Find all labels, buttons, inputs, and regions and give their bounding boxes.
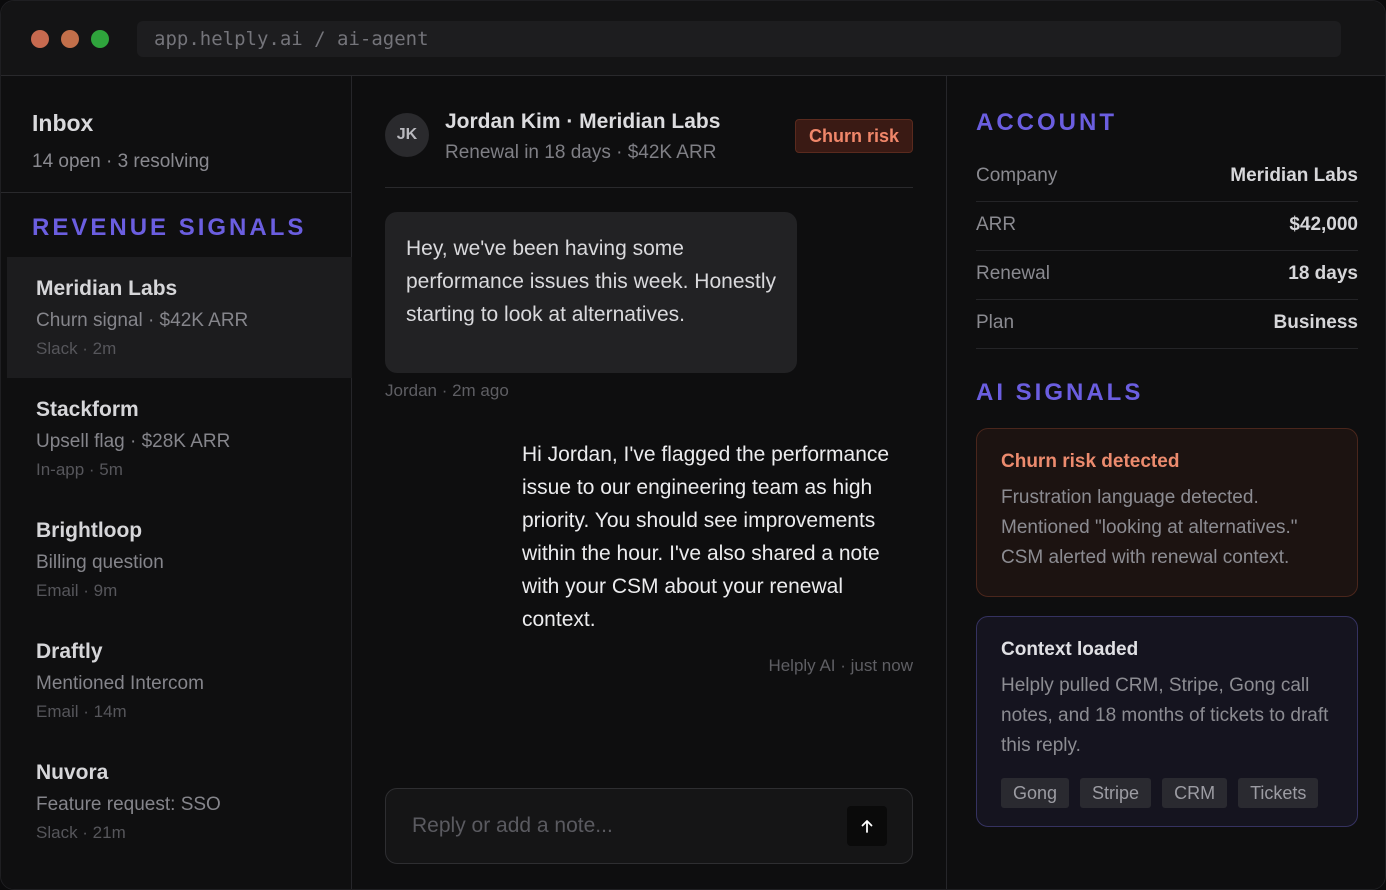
signal-item-stackform[interactable]: Stackform Upsell flag · $28K ARR In-app … <box>7 378 352 499</box>
context-card-body: Helply pulled CRM, Stripe, Gong call not… <box>1001 675 1329 756</box>
signal-desc: Billing question <box>36 552 164 573</box>
account-row-plan: Plan Business <box>976 300 1358 349</box>
churn-risk-badge: Churn risk <box>794 119 913 153</box>
tag-stripe[interactable]: Stripe <box>1080 778 1152 808</box>
arrow-up-icon <box>861 820 873 833</box>
signal-desc: Upsell flag · $28K ARR <box>36 431 231 452</box>
account-row-company: Company Meridian Labs <box>976 153 1358 202</box>
signal-desc: Mentioned Intercom <box>36 673 204 694</box>
tag-crm[interactable]: CRM <box>1162 778 1228 808</box>
inbox-subtitle: 14 open · 3 resolving <box>32 151 210 172</box>
signal-meta: In-app · 5m <box>36 460 123 479</box>
send-button[interactable] <box>847 806 887 846</box>
signal-name: Meridian Labs <box>36 277 178 300</box>
sidebar-divider <box>1 192 352 193</box>
app-window: app.helply.ai / ai-agent Inbox 14 open ·… <box>0 0 1386 890</box>
revenue-signals-label: REVENUE SIGNALS <box>32 214 307 241</box>
address-bar[interactable]: app.helply.ai / ai-agent <box>137 21 1341 57</box>
churn-card-body: Frustration language detected. Mentioned… <box>1001 487 1298 568</box>
signal-item-draftly[interactable]: Draftly Mentioned Intercom Email · 14m <box>7 620 352 741</box>
tag-gong[interactable]: Gong <box>1001 778 1070 808</box>
minimize-window-button[interactable] <box>61 30 79 48</box>
account-value: Business <box>1273 312 1358 333</box>
account-value: 18 days <box>1288 263 1358 284</box>
outgoing-message: Hi Jordan, I've flagged the performance … <box>522 443 890 631</box>
account-key: Renewal <box>976 263 1050 284</box>
account-row-renewal: Renewal 18 days <box>976 251 1358 300</box>
signal-item-brightloop[interactable]: Brightloop Billing question Email · 9m <box>7 499 352 620</box>
churn-card-title: Churn risk detected <box>1001 451 1180 472</box>
conversation-header: JK Jordan Kim · Meridian Labs Renewal in… <box>385 76 913 188</box>
account-key: Company <box>976 165 1058 186</box>
signal-name: Stackform <box>36 398 139 421</box>
reply-box <box>385 788 913 864</box>
avatar: JK <box>385 113 429 157</box>
tag-tickets[interactable]: Tickets <box>1238 778 1319 808</box>
signal-desc: Churn signal · $42K ARR <box>36 310 249 331</box>
signal-name: Nuvora <box>36 761 109 784</box>
account-key: ARR <box>976 214 1017 235</box>
ai-signals-label: AI SIGNALS <box>976 379 1144 406</box>
signal-item-meridian-labs[interactable]: Meridian Labs Churn signal · $42K ARR Sl… <box>7 257 352 378</box>
account-value: Meridian Labs <box>1230 165 1358 186</box>
conversation-panel: JK Jordan Kim · Meridian Labs Renewal in… <box>353 76 946 889</box>
churn-risk-card: Churn risk detected Frustration language… <box>976 428 1358 597</box>
contact-name: Jordan Kim · Meridian Labs <box>445 110 721 133</box>
reply-input[interactable] <box>386 789 826 863</box>
account-label: ACCOUNT <box>976 109 1117 136</box>
signal-meta: Slack · 21m <box>36 823 126 842</box>
account-row-arr: ARR $42,000 <box>976 202 1358 251</box>
outgoing-message-meta: Helply AI · just now <box>768 656 913 675</box>
source-tags: Gong Stripe CRM Tickets <box>1001 778 1333 808</box>
signal-desc: Feature request: SSO <box>36 794 221 815</box>
signal-meta: Email · 14m <box>36 702 127 721</box>
inbox-header: Inbox 14 open · 3 resolving <box>32 110 209 173</box>
context-loaded-card: Context loaded Helply pulled CRM, Stripe… <box>976 616 1358 827</box>
incoming-message-meta: Jordan · 2m ago <box>385 381 509 400</box>
inbox-title: Inbox <box>32 110 94 136</box>
account-key: Plan <box>976 312 1015 333</box>
signal-meta: Slack · 2m <box>36 339 117 358</box>
incoming-message: Hey, we've been having some performance … <box>385 212 797 373</box>
context-card-title: Context loaded <box>1001 639 1139 660</box>
details-panel: ACCOUNT Company Meridian Labs ARR $42,00… <box>946 76 1385 889</box>
signal-list: Meridian Labs Churn signal · $42K ARR Sl… <box>7 257 352 862</box>
signal-meta: Email · 9m <box>36 581 118 600</box>
sidebar: Inbox 14 open · 3 resolving REVENUE SIGN… <box>1 76 352 889</box>
contact-subtitle: Renewal in 18 days · $42K ARR <box>445 142 717 163</box>
account-table: Company Meridian Labs ARR $42,000 Renewa… <box>976 153 1358 349</box>
title-bar: app.helply.ai / ai-agent <box>1 1 1385 76</box>
account-value: $42,000 <box>1289 214 1358 235</box>
signal-item-nuvora[interactable]: Nuvora Feature request: SSO Slack · 21m <box>7 741 352 862</box>
signal-name: Brightloop <box>36 519 143 542</box>
maximize-window-button[interactable] <box>91 30 109 48</box>
close-window-button[interactable] <box>31 30 49 48</box>
signal-name: Draftly <box>36 640 103 663</box>
